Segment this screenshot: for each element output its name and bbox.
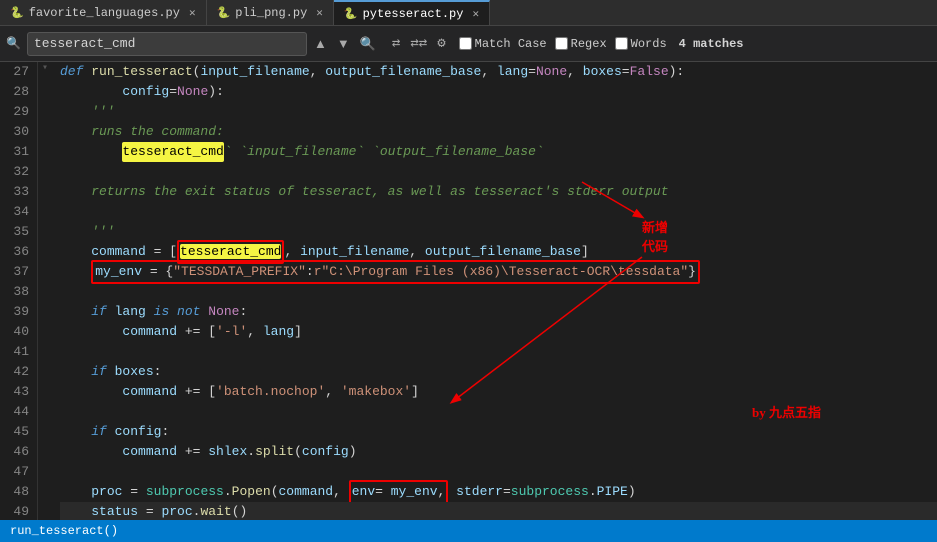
ln-36: 36 bbox=[6, 242, 29, 262]
line-37-redbox: my_env = {"TESSDATA_PREFIX":r"C:\Program… bbox=[91, 260, 700, 284]
ln-28: 28 bbox=[6, 82, 29, 102]
ln-46: 46 bbox=[6, 442, 29, 462]
tab-close-2[interactable]: ✕ bbox=[316, 6, 323, 20]
ln-34: 34 bbox=[6, 202, 29, 222]
code-line-32 bbox=[60, 162, 937, 182]
code-line-34 bbox=[60, 202, 937, 222]
code-line-43: command += ['batch.nochop', 'makebox'] bbox=[60, 382, 937, 402]
tab-close-3[interactable]: ✕ bbox=[472, 7, 479, 21]
replace-all-icon[interactable]: ⇄⇄ bbox=[407, 35, 430, 52]
ln-38: 38 bbox=[6, 282, 29, 302]
search-next-button[interactable]: ▼ bbox=[334, 36, 353, 51]
ln-44: 44 bbox=[6, 402, 29, 422]
code-line-27: def run_tesseract(input_filename, output… bbox=[60, 62, 937, 82]
code-line-28: config=None): bbox=[60, 82, 937, 102]
python-icon-1: 🐍 bbox=[10, 6, 24, 20]
annotation-new-code: 新增代码 bbox=[642, 217, 668, 255]
search-find-button[interactable]: 🔍 bbox=[357, 36, 379, 52]
line-numbers: 27 28 29 30 31 32 33 34 35 36 37 38 39 4… bbox=[0, 62, 38, 520]
settings-icon[interactable]: ⚙ bbox=[434, 35, 448, 52]
code-area[interactable]: def run_tesseract(input_filename, output… bbox=[52, 62, 937, 520]
tab-close-1[interactable]: ✕ bbox=[189, 6, 196, 20]
match-case-option[interactable]: Match Case bbox=[459, 37, 547, 51]
ln-29: 29 bbox=[6, 102, 29, 122]
words-option[interactable]: Words bbox=[615, 37, 667, 51]
code-line-33: returns the exit status of tesseract, as… bbox=[60, 182, 937, 202]
tab-pytesseract[interactable]: 🐍 pytesseract.py ✕ bbox=[334, 0, 490, 25]
ln-47: 47 bbox=[6, 462, 29, 482]
tabs-bar: 🐍 favorite_languages.py ✕ 🐍 pli_png.py ✕… bbox=[0, 0, 937, 26]
ln-40: 40 bbox=[6, 322, 29, 342]
replace-icon[interactable]: ⇄ bbox=[389, 35, 403, 52]
tab-favorite-languages[interactable]: 🐍 favorite_languages.py ✕ bbox=[0, 0, 207, 25]
regex-option[interactable]: Regex bbox=[555, 37, 607, 51]
python-icon-3: 🐍 bbox=[344, 7, 358, 21]
python-icon-2: 🐍 bbox=[217, 6, 231, 20]
match-case-checkbox[interactable] bbox=[459, 37, 472, 50]
ln-39: 39 bbox=[6, 302, 29, 322]
code-line-30: runs the command: bbox=[60, 122, 937, 142]
ln-30: 30 bbox=[6, 122, 29, 142]
code-line-38 bbox=[60, 282, 937, 302]
annotation-by-author: by 九点五指 bbox=[752, 402, 821, 421]
tab-label-2: pli_png.py bbox=[235, 6, 307, 20]
tab-label-1: favorite_languages.py bbox=[29, 6, 180, 20]
ln-37: 37 bbox=[6, 262, 29, 282]
code-line-41 bbox=[60, 342, 937, 362]
ln-49: 49 bbox=[6, 502, 29, 520]
code-line-40: command += ['-l', lang] bbox=[60, 322, 937, 342]
code-line-29: ''' bbox=[60, 102, 937, 122]
code-line-36: command = [tesseract_cmd, input_filename… bbox=[60, 242, 937, 262]
match-31: tesseract_cmd bbox=[122, 142, 223, 162]
ln-31: 31 bbox=[6, 142, 29, 162]
code-line-47 bbox=[60, 462, 937, 482]
search-input[interactable] bbox=[34, 36, 264, 51]
fold-gutter: ▾ bbox=[38, 62, 52, 520]
status-function: run_tesseract() bbox=[10, 524, 118, 538]
ln-35: 35 bbox=[6, 222, 29, 242]
ln-27: 27 bbox=[6, 62, 29, 82]
ln-41: 41 bbox=[6, 342, 29, 362]
words-label: Words bbox=[631, 37, 667, 51]
search-prev-button[interactable]: ▲ bbox=[311, 36, 330, 51]
regex-checkbox[interactable] bbox=[555, 37, 568, 50]
tab-label-3: pytesseract.py bbox=[363, 7, 464, 21]
tab-pli-png[interactable]: 🐍 pli_png.py ✕ bbox=[207, 0, 334, 25]
code-line-48: proc = subprocess.Popen(command, env= my… bbox=[60, 482, 937, 502]
search-bar: 🔍 ▲ ▼ 🔍 ⇄ ⇄⇄ ⚙ Match Case Regex Words 4 … bbox=[0, 26, 937, 62]
editor-area: 27 28 29 30 31 32 33 34 35 36 37 38 39 4… bbox=[0, 62, 937, 520]
code-line-37: my_env = {"TESSDATA_PREFIX":r"C:\Program… bbox=[60, 262, 937, 282]
ln-32: 32 bbox=[6, 162, 29, 182]
match-case-label: Match Case bbox=[475, 37, 547, 51]
ln-33: 33 bbox=[6, 182, 29, 202]
ln-43: 43 bbox=[6, 382, 29, 402]
code-line-49: status = proc.wait() bbox=[60, 502, 937, 520]
ln-42: 42 bbox=[6, 362, 29, 382]
regex-label: Regex bbox=[571, 37, 607, 51]
code-line-46: command += shlex.split(config) bbox=[60, 442, 937, 462]
status-bar: run_tesseract() bbox=[0, 520, 937, 542]
ln-48: 48 bbox=[6, 482, 29, 502]
search-toolbar-icons: ⇄ ⇄⇄ ⚙ bbox=[389, 35, 449, 52]
search-icon: 🔍 bbox=[6, 36, 21, 51]
words-checkbox[interactable] bbox=[615, 37, 628, 50]
code-line-35: ''' bbox=[60, 222, 937, 242]
code-line-42: if boxes: bbox=[60, 362, 937, 382]
search-options: Match Case Regex Words bbox=[459, 37, 667, 51]
code-line-39: if lang is not None: bbox=[60, 302, 937, 322]
match-count: 4 matches bbox=[679, 37, 744, 51]
search-input-box bbox=[27, 32, 307, 56]
ln-45: 45 bbox=[6, 422, 29, 442]
code-line-31: tesseract_cmd` `input_filename` `output_… bbox=[60, 142, 937, 162]
env-redbox: env= my_env, bbox=[349, 480, 449, 504]
code-line-45: if config: bbox=[60, 422, 937, 442]
